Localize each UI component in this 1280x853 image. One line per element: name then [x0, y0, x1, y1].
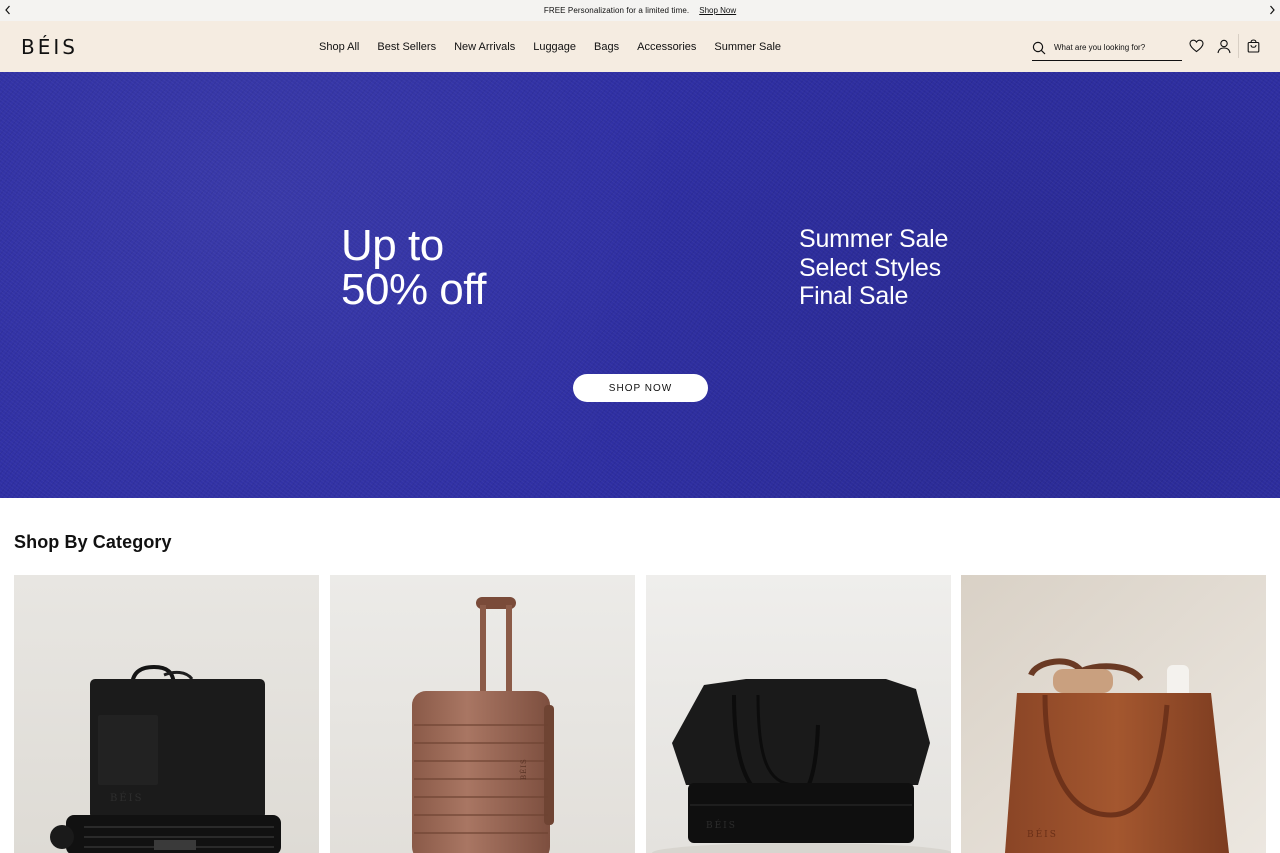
nav-best-sellers[interactable]: Best Sellers: [377, 41, 436, 53]
category-card-weekender[interactable]: BÉIS: [646, 575, 951, 853]
roller-luggage-image: BÉIS: [330, 575, 635, 853]
tote-on-suitcase-image: BÉIS: [14, 575, 319, 853]
announcement-message: FREE Personalization for a limited time.: [543, 6, 690, 15]
nav-shop-all[interactable]: Shop All: [319, 41, 359, 53]
main-nav: Shop All Best Sellers New Arrivals Lugga…: [310, 21, 790, 72]
hero-headline-line: Up to: [341, 221, 444, 270]
nav-bags[interactable]: Bags: [594, 41, 619, 53]
tote-engraving: BÉIS: [110, 792, 143, 804]
hero-side-line: Final Sale: [799, 282, 909, 310]
category-grid: BÉIS BÉIS BÉIS BÉIS: [14, 575, 1266, 853]
hero-banner: Up to 50% off Summer Sale Select Styles …: [0, 72, 1280, 498]
hero-side-line: Summer Sale: [799, 225, 949, 253]
hero-headline-line: 50% off: [341, 265, 486, 314]
hero-headline: Up to 50% off: [341, 224, 486, 312]
site-header: BÉIS Shop All Best Sellers New Arrivals …: [0, 21, 1280, 72]
brown-tote-engraving: BÉIS: [1027, 828, 1058, 840]
nav-new-arrivals[interactable]: New Arrivals: [454, 41, 515, 53]
shop-now-button[interactable]: SHOP NOW: [573, 374, 708, 402]
chevron-left-icon[interactable]: [1, 3, 15, 17]
announcement-bar: FREE Personalization for a limited time.…: [0, 0, 1280, 21]
brown-tote-image: BÉIS: [961, 575, 1266, 853]
header-divider: [1238, 34, 1239, 58]
weekender-engraving: BÉIS: [706, 819, 737, 831]
announcement-shop-now-link[interactable]: Shop Now: [699, 6, 736, 15]
heart-icon[interactable]: [1188, 38, 1204, 54]
category-card-tote[interactable]: BÉIS: [14, 575, 319, 853]
search-input[interactable]: [1054, 43, 1178, 52]
luggage-engraving: BÉIS: [519, 758, 528, 780]
nav-accessories[interactable]: Accessories: [637, 41, 696, 53]
nav-summer-sale[interactable]: Summer Sale: [714, 41, 781, 53]
brand-logo[interactable]: BÉIS: [21, 36, 78, 58]
account-icon[interactable]: [1216, 38, 1232, 54]
hero-side-line: Select Styles: [799, 253, 941, 282]
shopping-bag-icon[interactable]: [1245, 38, 1261, 54]
category-card-luggage[interactable]: BÉIS: [330, 575, 635, 853]
search-icon[interactable]: [1032, 40, 1048, 56]
category-card-tote-brown[interactable]: BÉIS: [961, 575, 1266, 853]
section-title: Shop By Category: [14, 532, 172, 552]
hero-side-copy: Summer Sale Select Styles Final Sale: [799, 225, 948, 311]
weekender-bag-image: BÉIS: [646, 575, 951, 853]
chevron-right-icon[interactable]: [1265, 3, 1279, 17]
nav-luggage[interactable]: Luggage: [533, 41, 576, 53]
search-bar: [1032, 35, 1182, 61]
